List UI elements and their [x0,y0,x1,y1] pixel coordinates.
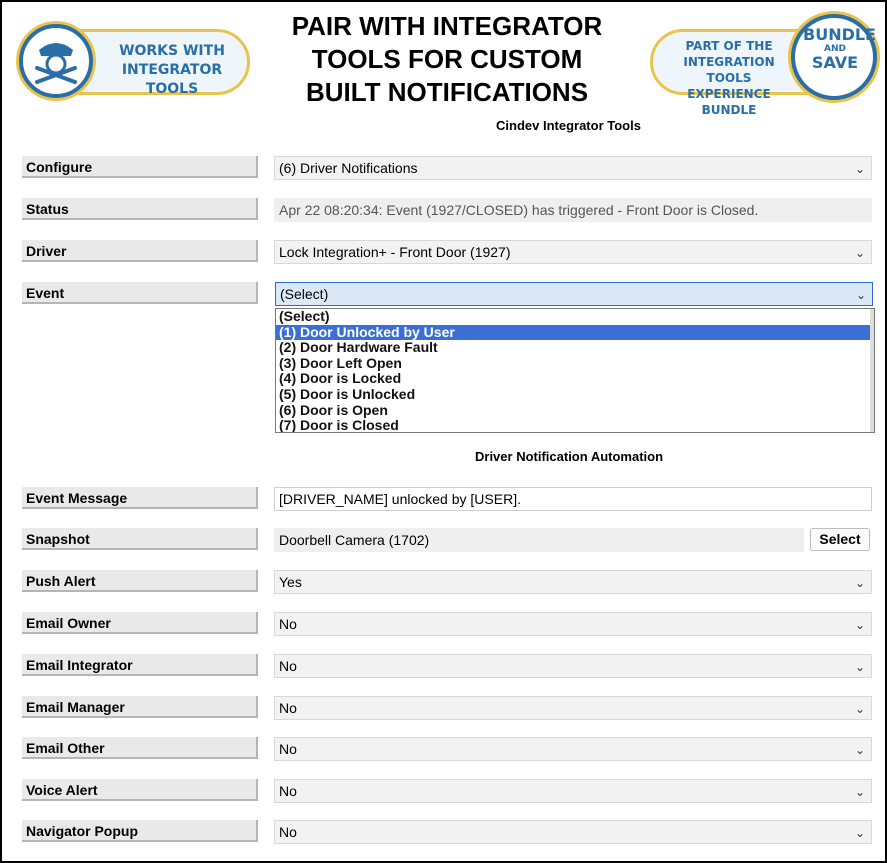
email-other-select[interactable]: No ⌄ [274,737,872,761]
navigator-popup-label: Navigator Popup [22,820,258,842]
badge-line: INTEGRATION TOOLS [683,55,775,85]
badge-line: EXPERIENCE BUNDLE [687,87,771,117]
dropdown-scrollbar[interactable] [870,309,874,432]
bundle-badge: PART OF THE INTEGRATION TOOLS EXPERIENCE… [650,14,877,117]
push-alert-value: Yes [279,574,302,590]
event-option[interactable]: (3) Door Left Open [276,355,874,372]
event-value: (Select) [280,286,329,302]
headline-line: PAIR WITH INTEGRATOR [291,11,603,41]
status-field: Apr 22 08:20:34: Event (1927/CLOSED) has… [274,198,872,222]
chevron-down-icon: ⌄ [854,660,865,674]
event-select[interactable]: (Select) ⌄ [275,282,873,306]
email-manager-select[interactable]: No ⌄ [274,696,872,720]
badge-line: INTEGRATOR TOOLS [121,62,223,97]
seal-line: BUNDLE [803,25,876,44]
promo-headline: PAIR WITH INTEGRATOR TOOLS FOR CUSTOM BU… [272,10,622,109]
chevron-down-icon: ⌄ [854,576,865,590]
event-message-value: [DRIVER_NAME] unlocked by [USER]. [279,491,521,507]
status-value: Apr 22 08:20:34: Event (1927/CLOSED) has… [279,202,759,218]
chevron-down-icon: ⌄ [854,702,865,716]
chevron-down-icon: ⌄ [854,246,865,260]
badge-line: PART OF THE [685,39,773,53]
chevron-down-icon: ⌄ [854,162,865,176]
navigator-popup-select[interactable]: No ⌄ [274,820,872,844]
event-message-input[interactable]: [DRIVER_NAME] unlocked by [USER]. [274,487,872,511]
navigator-popup-value: No [279,824,297,840]
push-alert-select[interactable]: Yes ⌄ [274,570,872,594]
driver-label: Driver [22,240,258,262]
email-integrator-value: No [279,658,297,674]
email-owner-value: No [279,616,297,632]
event-option[interactable]: (5) Door is Unlocked [276,386,874,403]
chevron-down-icon: ⌄ [854,785,865,799]
headline-line: BUILT NOTIFICATIONS [305,77,589,107]
seal-line: SAVE [811,53,859,72]
badge-line: WORKS WITH [119,43,225,59]
event-option[interactable]: (6) Door is Open [276,402,874,419]
chevron-down-icon: ⌄ [855,288,866,302]
email-manager-label: Email Manager [22,696,258,718]
voice-alert-label: Voice Alert [22,779,258,801]
snapshot-value: Doorbell Camera (1702) [279,532,430,548]
email-owner-label: Email Owner [22,612,258,634]
event-option[interactable]: (2) Door Hardware Fault [276,340,874,356]
event-option[interactable]: (7) Door is Closed [276,418,874,432]
configure-select[interactable]: (6) Driver Notifications ⌄ [274,156,872,180]
headline-line: TOOLS FOR CUSTOM [311,44,583,74]
bundle-badge-text: PART OF THE INTEGRATION TOOLS EXPERIENCE… [659,38,799,118]
chevron-down-icon: ⌄ [854,618,865,632]
snapshot-label: Snapshot [22,528,258,550]
app-frame: PAIR WITH INTEGRATOR TOOLS FOR CUSTOM BU… [0,0,887,863]
email-owner-select[interactable]: No ⌄ [274,612,872,636]
snapshot-field: Doorbell Camera (1702) [274,528,804,552]
driver-select[interactable]: Lock Integration+ - Front Door (1927) ⌄ [274,240,872,264]
email-integrator-select[interactable]: No ⌄ [274,654,872,678]
works-with-badge: WORKS WITH INTEGRATOR TOOLS [19,24,250,98]
configure-value: (6) Driver Notifications [279,160,418,176]
app-title: Cindev Integrator Tools [496,118,641,133]
event-dropdown-list[interactable]: (Select) (1) Door Unlocked by User (2) D… [275,308,875,433]
event-option[interactable]: (Select) [276,309,874,325]
driver-value: Lock Integration+ - Front Door (1927) [279,244,511,260]
snapshot-select-button[interactable]: Select [810,528,870,551]
event-option-highlighted[interactable]: (1) Door Unlocked by User [276,324,874,341]
configure-label: Configure [22,156,258,178]
chevron-down-icon: ⌄ [854,743,865,757]
tools-icon [19,24,93,98]
email-integrator-label: Email Integrator [22,654,258,676]
push-alert-label: Push Alert [22,570,258,592]
voice-alert-select[interactable]: No ⌄ [274,779,872,803]
voice-alert-value: No [279,783,297,799]
bundle-and-save-seal: BUNDLE AND SAVE [791,14,877,100]
automation-title: Driver Notification Automation [475,449,664,464]
event-label: Event [22,282,258,304]
email-other-value: No [279,741,297,757]
event-message-label: Event Message [22,487,258,509]
status-label: Status [22,198,258,220]
email-manager-value: No [279,700,297,716]
chevron-down-icon: ⌄ [854,826,865,840]
event-option[interactable]: (4) Door is Locked [276,371,874,387]
works-with-text: WORKS WITH INTEGRATOR TOOLS [107,42,237,99]
email-other-label: Email Other [22,737,258,759]
